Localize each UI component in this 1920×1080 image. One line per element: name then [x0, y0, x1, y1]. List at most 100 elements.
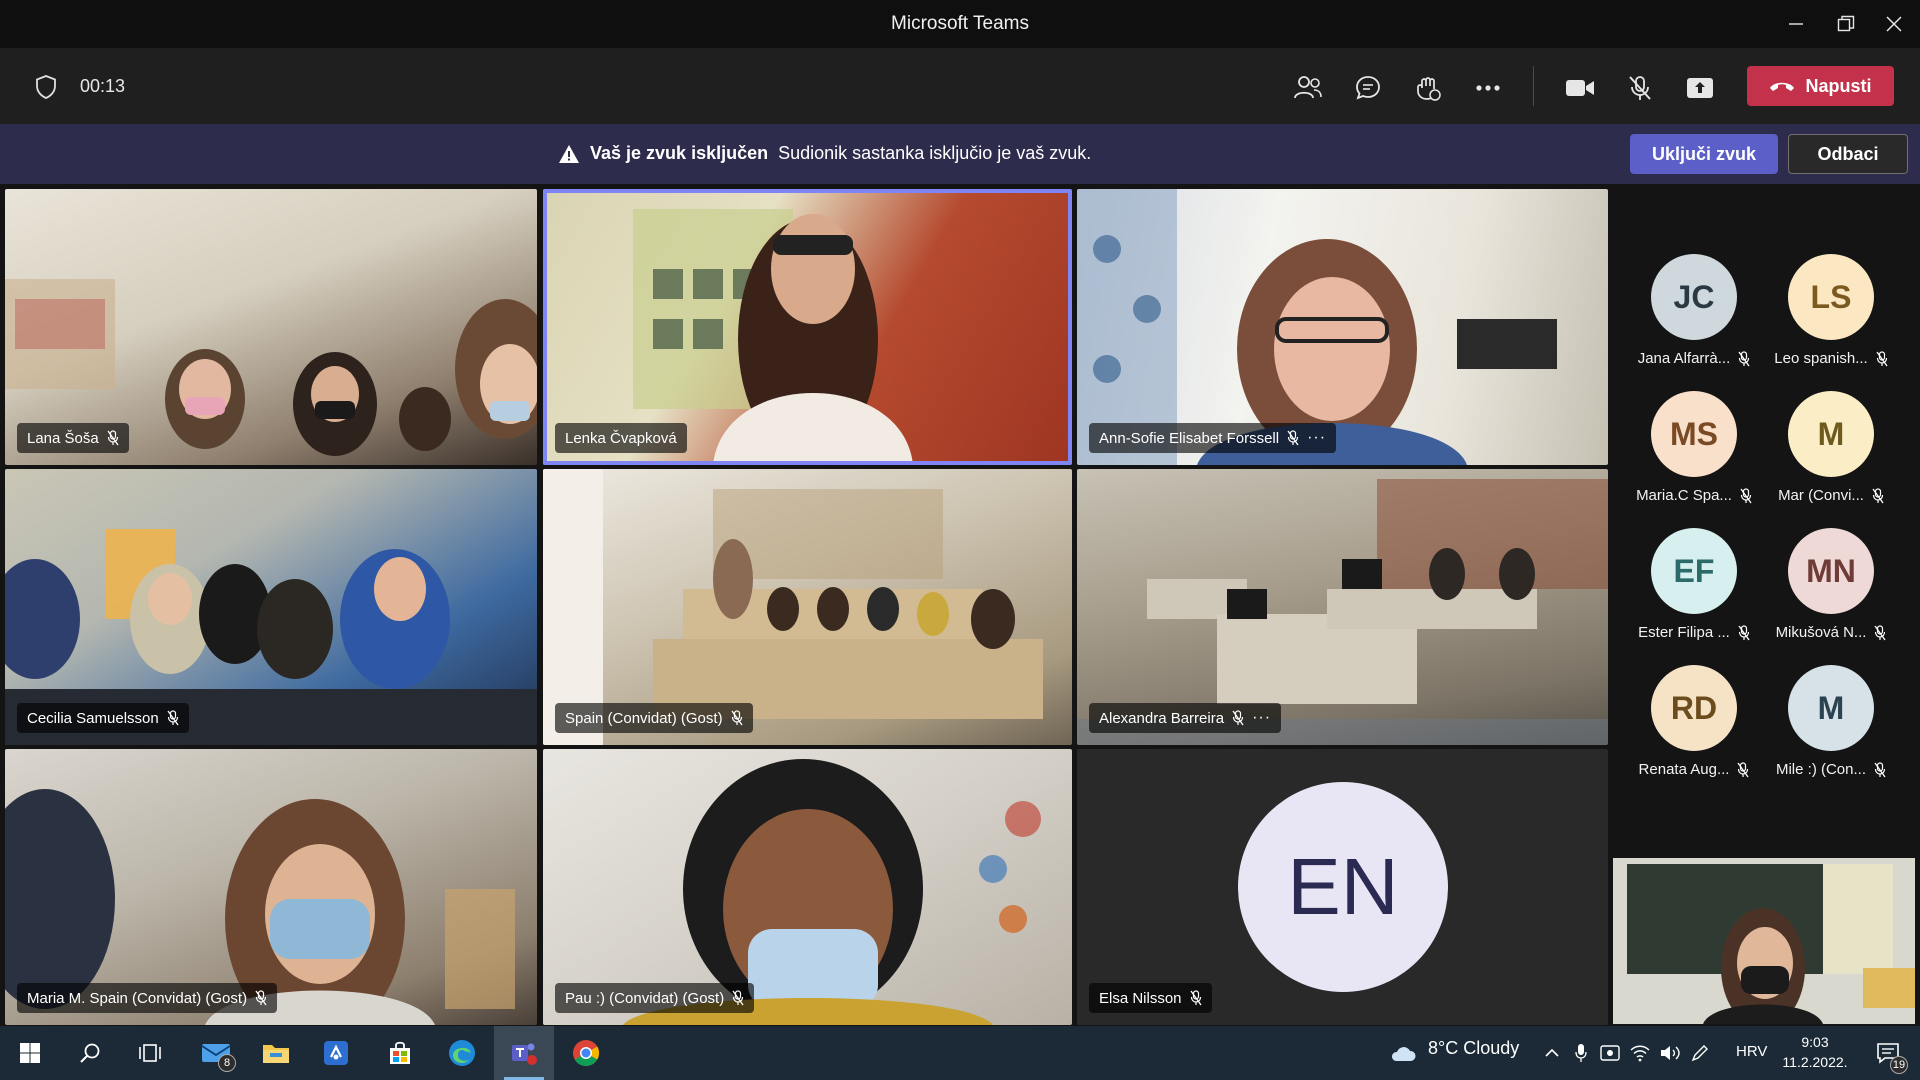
show-hidden-icons-button[interactable]	[1538, 1026, 1566, 1080]
avatar: M	[1788, 665, 1874, 751]
leave-button[interactable]: Napusti	[1747, 66, 1894, 106]
participant-name: Pau :) (Convidat) (Gost)	[565, 989, 725, 1007]
rail-participant[interactable]: M Mile :) (Con...	[1766, 665, 1896, 795]
video-tile[interactable]: Alexandra Barreira ···	[1077, 469, 1608, 745]
participant-name-chip: Maria M. Spain (Convidat) (Gost)	[17, 983, 278, 1013]
people-icon	[1294, 76, 1322, 99]
participant-name: Alexandra Barreira	[1099, 709, 1225, 727]
self-video-preview[interactable]	[1613, 858, 1915, 1024]
task-view-icon	[139, 1044, 161, 1062]
notifications-button[interactable]: 19	[1860, 1026, 1916, 1080]
muted-mic-icon	[1740, 487, 1752, 504]
participants-button[interactable]	[1286, 66, 1330, 110]
video-tile[interactable]: Spain (Convidat) (Gost)	[543, 469, 1072, 745]
participant-name: Maria.C Spa...	[1636, 487, 1732, 504]
rail-participant-label: Maria.C Spa...	[1629, 487, 1759, 504]
rail-participant-label: Jana Alfarrà...	[1629, 350, 1759, 367]
more-options-icon[interactable]: ···	[1252, 709, 1271, 727]
participant-name: Renata Aug...	[1638, 761, 1730, 778]
store-icon	[390, 1041, 410, 1064]
rail-participant[interactable]: EF Ester Filipa ...	[1629, 528, 1759, 658]
video-tile[interactable]: Ann-Sofie Elisabet Forssell ···	[1077, 189, 1608, 465]
avatar: MN	[1788, 528, 1874, 614]
participant-name-chip: Lenka Čvapková	[555, 423, 687, 453]
start-button[interactable]	[0, 1026, 60, 1080]
store-app-button[interactable]	[370, 1026, 430, 1080]
participant-name: Elsa Nilsson	[1099, 989, 1182, 1007]
rail-participant-label: Mar (Convi...	[1766, 487, 1896, 504]
edge-browser-button[interactable]	[432, 1026, 492, 1080]
video-tile-speaking[interactable]: Lenka Čvapková	[543, 189, 1072, 465]
close-window-button[interactable]	[1866, 0, 1920, 48]
video-tile[interactable]: Lana Šoša	[5, 189, 537, 465]
muted-mic-icon	[1874, 761, 1886, 778]
participant-name: Ann-Sofie Elisabet Forssell	[1099, 429, 1280, 447]
share-screen-button[interactable]	[1678, 66, 1722, 110]
shield-icon	[34, 74, 58, 105]
participant-name-chip: Cecilia Samuelsson	[17, 703, 189, 733]
search-button[interactable]	[60, 1026, 120, 1080]
meet-now-tray-icon[interactable]	[1596, 1026, 1624, 1080]
chrome-browser-button[interactable]	[556, 1026, 616, 1080]
rail-participant[interactable]: JC Jana Alfarrà...	[1629, 254, 1759, 384]
mail-app-button[interactable]: 8	[186, 1026, 246, 1080]
more-options-icon[interactable]: ···	[1307, 429, 1326, 447]
reactions-button[interactable]	[1406, 66, 1450, 110]
participant-name: Spain (Convidat) (Gost)	[565, 709, 723, 727]
ellipsis-icon	[1476, 85, 1500, 91]
task-view-button[interactable]	[120, 1026, 180, 1080]
clock-time: 9:03	[1801, 1034, 1829, 1050]
rail-participant[interactable]: MS Maria.C Spa...	[1629, 391, 1759, 521]
volume-icon[interactable]	[1656, 1026, 1684, 1080]
participant-name-chip: Alexandra Barreira ···	[1089, 703, 1282, 733]
chat-button[interactable]	[1346, 66, 1390, 110]
raise-hand-icon	[1417, 77, 1441, 101]
file-explorer-button[interactable]	[246, 1026, 306, 1080]
notifications-badge: 19	[1890, 1056, 1908, 1074]
system-clock[interactable]: 9:03 11.2.2022.	[1770, 1032, 1860, 1072]
unmute-button[interactable]: Uključi zvuk	[1630, 134, 1778, 174]
camera-button[interactable]	[1558, 66, 1602, 110]
muted-mic-icon	[1738, 624, 1750, 641]
banner-text: Sudionik sastanka isključio je vaš zvuk.	[778, 143, 1092, 163]
muted-mic-icon	[1737, 761, 1749, 778]
remote-app-button[interactable]	[306, 1026, 366, 1080]
input-language[interactable]: HRV	[1736, 1043, 1767, 1060]
minimize-icon	[1789, 23, 1803, 25]
rail-participant-label: Leo spanish...	[1766, 350, 1896, 367]
video-tile[interactable]: Maria M. Spain (Convidat) (Gost)	[5, 749, 537, 1025]
windows-logo-icon	[20, 1043, 40, 1063]
weather-widget-icon[interactable]	[1386, 1026, 1420, 1080]
participant-name: Leo spanish...	[1774, 350, 1868, 367]
dismiss-button[interactable]: Odbaci	[1788, 134, 1908, 174]
teams-app-button[interactable]	[494, 1026, 554, 1080]
minimize-button[interactable]	[1768, 0, 1824, 48]
muted-mic-icon	[255, 990, 267, 1006]
muted-mic-icon	[1876, 350, 1888, 367]
avatar: LS	[1788, 254, 1874, 340]
microphone-tray-icon[interactable]	[1568, 1026, 1594, 1080]
network-icon[interactable]	[1626, 1026, 1654, 1080]
mail-badge: 8	[218, 1054, 236, 1072]
rail-participant[interactable]: MN Mikušová N...	[1766, 528, 1896, 658]
rail-participant[interactable]: M Mar (Convi...	[1766, 391, 1896, 521]
participant-name: Jana Alfarrà...	[1637, 350, 1731, 367]
rail-participant[interactable]: LS Leo spanish...	[1766, 254, 1896, 384]
avatar-tile[interactable]: EN Elsa Nilsson	[1077, 749, 1608, 1025]
weather-text[interactable]: 8°C Cloudy	[1428, 1038, 1519, 1059]
hang-up-icon	[1770, 82, 1795, 91]
microphone-button[interactable]	[1618, 66, 1662, 110]
muted-mic-icon	[1190, 990, 1202, 1006]
chrome-icon	[573, 1040, 600, 1067]
rail-participant[interactable]: RD Renata Aug...	[1629, 665, 1759, 795]
video-tile[interactable]: Cecilia Samuelsson	[5, 469, 537, 745]
edge-icon	[449, 1040, 475, 1066]
participant-name: Lana Šoša	[27, 429, 99, 447]
restore-icon	[1837, 15, 1855, 32]
clock-date: 11.2.2022.	[1782, 1054, 1848, 1070]
video-tile[interactable]: Pau :) (Convidat) (Gost)	[543, 749, 1072, 1025]
more-actions-button[interactable]	[1466, 66, 1510, 110]
muted-mic-icon	[167, 710, 179, 726]
pen-tray-icon[interactable]	[1686, 1026, 1714, 1080]
muted-mic-icon	[731, 710, 743, 726]
